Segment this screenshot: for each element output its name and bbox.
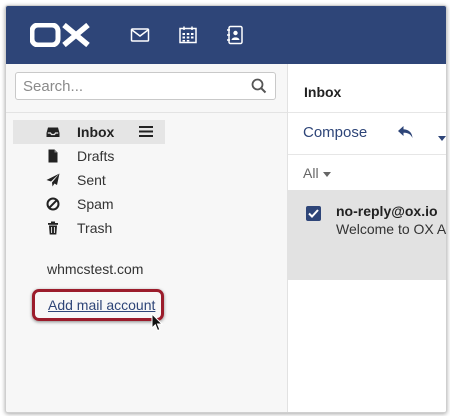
address-book-icon[interactable]: [225, 25, 245, 45]
filter-dropdown[interactable]: All: [303, 165, 331, 181]
account-name[interactable]: whmcstest.com: [47, 261, 143, 277]
chevron-down-icon: [322, 171, 331, 177]
folder-label: Drafts: [77, 148, 115, 164]
search-icon[interactable]: [251, 78, 267, 94]
folder-sent[interactable]: Sent: [6, 168, 287, 192]
top-bar: [6, 6, 446, 64]
message-sender: no-reply@ox.io: [336, 203, 438, 219]
folder-drafts[interactable]: Drafts: [6, 144, 287, 168]
trash-icon: [46, 221, 60, 235]
calendar-icon[interactable]: [178, 25, 198, 45]
folder-title: Inbox: [304, 84, 342, 100]
add-mail-account-highlight: Add mail account: [32, 289, 164, 321]
mail-list-pane: Inbox Compose All no-reply@ox.io Welcome…: [288, 64, 446, 412]
folder-label: Sent: [77, 172, 106, 188]
divider: [6, 112, 287, 113]
folder-trash[interactable]: Trash: [6, 216, 287, 240]
search-box: [15, 72, 276, 100]
add-mail-account-link[interactable]: Add mail account: [48, 297, 155, 313]
message-checkbox[interactable]: [306, 206, 321, 221]
divider: [288, 154, 446, 155]
folder-inbox[interactable]: Inbox: [6, 120, 287, 144]
message-row[interactable]: no-reply@ox.io Welcome to OX Ap: [288, 190, 446, 280]
divider: [288, 112, 446, 113]
sidebar: Inbox Drafts: [6, 64, 288, 412]
compose-button[interactable]: Compose: [303, 124, 367, 141]
mouse-cursor-icon: [151, 312, 164, 332]
folder-label: Trash: [77, 220, 113, 236]
filter-label: All: [303, 165, 319, 181]
mail-icon[interactable]: [130, 25, 150, 45]
folder-spam[interactable]: Spam: [6, 192, 287, 216]
reply-icon[interactable]: [397, 125, 414, 139]
message-subject: Welcome to OX Ap: [336, 221, 447, 237]
ban-icon: [46, 197, 60, 211]
more-actions-icon[interactable]: [438, 129, 446, 141]
search-input[interactable]: [16, 73, 248, 99]
app-window: Inbox Drafts: [5, 5, 447, 413]
folder-label: Spam: [77, 196, 114, 212]
inbox-icon: [46, 125, 60, 139]
document-icon: [46, 149, 60, 163]
folder-menu-icon[interactable]: [139, 125, 153, 138]
ox-logo[interactable]: [29, 22, 92, 52]
folder-label: Inbox: [77, 124, 115, 140]
paper-plane-icon: [46, 173, 60, 187]
